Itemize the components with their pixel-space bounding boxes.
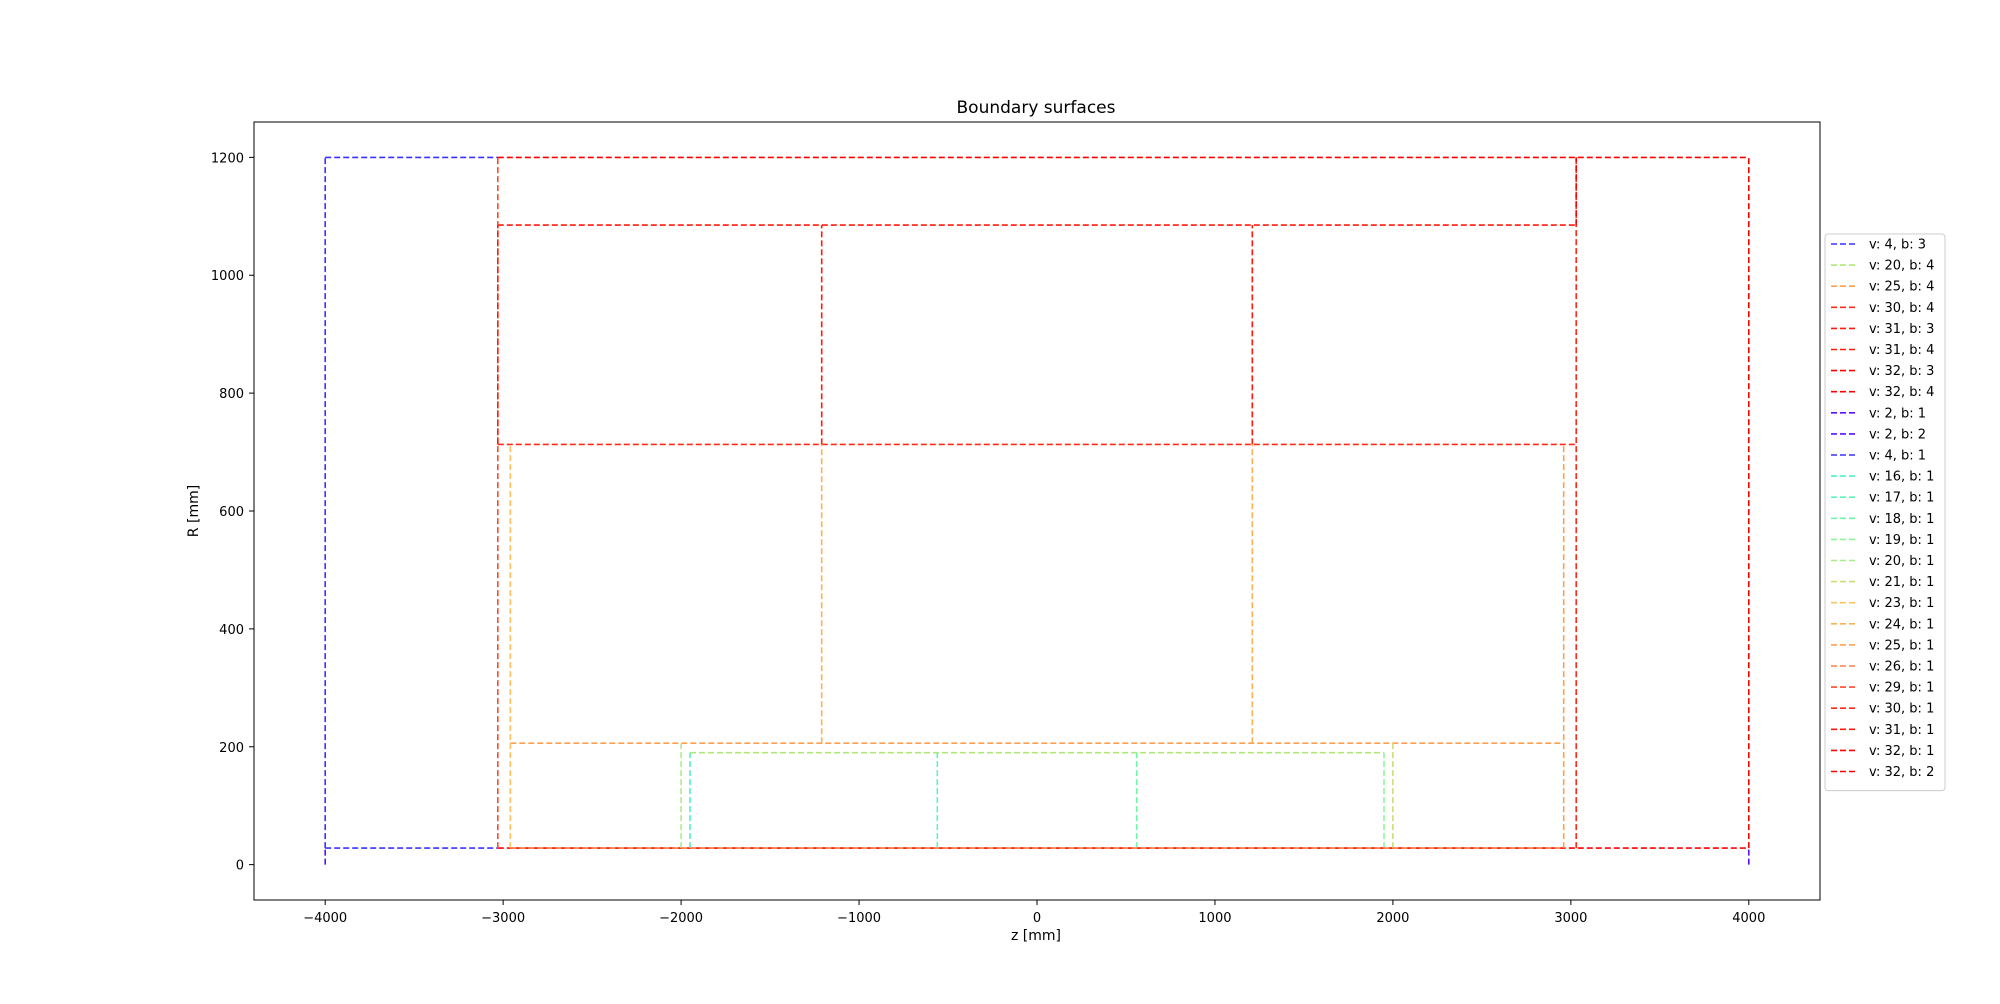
y-tick-label: 400	[219, 623, 244, 638]
legend-entry-label: v: 26, b: 1	[1869, 660, 1934, 675]
legend-entry-label: v: 31, b: 4	[1869, 343, 1934, 358]
legend-entry-label: v: 2, b: 1	[1869, 406, 1926, 421]
legend-entry-label: v: 20, b: 4	[1869, 259, 1934, 274]
x-tick-label: 0	[1033, 911, 1041, 926]
legend-entry-label: v: 17, b: 1	[1869, 491, 1934, 506]
boundary-surfaces-chart: Boundary surfaces −4000 −3000 −2000 −1000 0 1…	[0, 0, 2000, 1000]
y-tick-label: 800	[219, 387, 244, 402]
legend-entry-label: v: 16, b: 1	[1869, 470, 1934, 485]
legend-entry-label: v: 21, b: 1	[1869, 575, 1934, 590]
legend-entry-label: v: 25, b: 4	[1869, 280, 1934, 295]
legend: v: 4, b: 3 v: 20, b: 4 v: 25, b: 4 v: 30, b…	[1824, 233, 1946, 792]
legend-entry-label: v: 31, b: 1	[1869, 723, 1934, 738]
legend-entry-label: v: 19, b: 1	[1869, 533, 1934, 548]
y-tick-label: 1200	[211, 151, 244, 166]
legend-entry-label: v: 31, b: 3	[1869, 322, 1934, 337]
legend-entry-label: v: 32, b: 1	[1869, 744, 1934, 759]
legend-entry-label: v: 23, b: 1	[1869, 596, 1934, 611]
legend-entry-label: v: 4, b: 1	[1869, 449, 1926, 464]
legend-entry-label: v: 18, b: 1	[1869, 512, 1934, 527]
x-tick-label: −3000	[481, 911, 525, 926]
legend-entry-label: v: 24, b: 1	[1869, 617, 1934, 632]
y-tick-label: 0	[236, 859, 244, 874]
y-tick-label: 600	[219, 505, 244, 520]
x-tick-label: −2000	[659, 911, 703, 926]
legend-entry-label: v: 30, b: 1	[1869, 702, 1934, 717]
x-tick-label: 1000	[1198, 911, 1231, 926]
figure-background	[0, 0, 2000, 1000]
legend-entry-label: v: 30, b: 4	[1869, 301, 1934, 316]
legend-entry-label: v: 29, b: 1	[1869, 681, 1934, 696]
legend-entry-label: v: 32, b: 4	[1869, 385, 1934, 400]
legend-entry-label: v: 2, b: 2	[1869, 427, 1926, 442]
y-tick-label: 200	[219, 741, 244, 756]
y-axis-label: R [mm]	[186, 485, 202, 537]
chart-title: Boundary surfaces	[957, 98, 1116, 118]
x-tick-label: 2000	[1376, 911, 1409, 926]
x-tick-label: 3000	[1554, 911, 1587, 926]
legend-entry-label: v: 25, b: 1	[1869, 638, 1934, 653]
legend-entry-label: v: 32, b: 2	[1869, 765, 1934, 780]
x-tick-label: 4000	[1732, 911, 1765, 926]
legend-entry-label: v: 4, b: 3	[1869, 238, 1926, 253]
x-tick-label: −1000	[837, 911, 881, 926]
x-axis-label: z [mm]	[1011, 928, 1061, 944]
x-tick-label: −4000	[303, 911, 347, 926]
y-tick-label: 1000	[211, 269, 244, 284]
legend-entry-label: v: 20, b: 1	[1869, 554, 1934, 569]
legend-entry-label: v: 32, b: 3	[1869, 364, 1934, 379]
